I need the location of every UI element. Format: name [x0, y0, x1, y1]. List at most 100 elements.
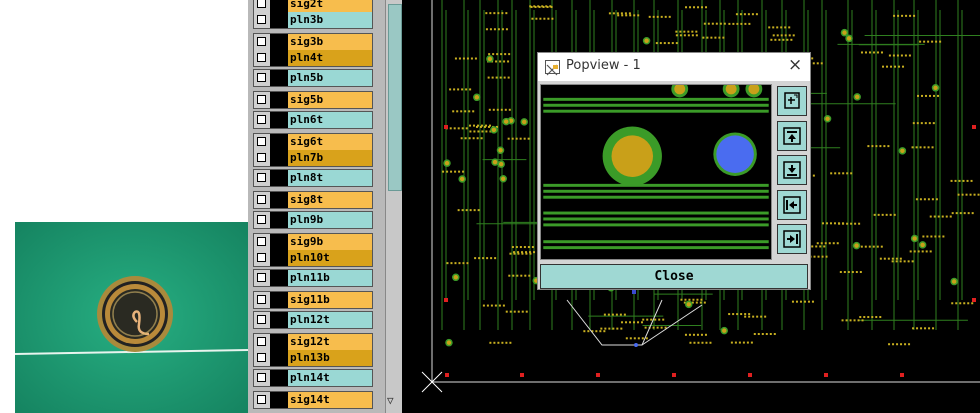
layer-name: pln13b	[288, 350, 372, 366]
layer-name: sig11b	[288, 292, 372, 308]
layer-color-swatch[interactable]	[270, 312, 288, 328]
scroll-thumb[interactable]	[388, 4, 402, 191]
layer-visibility-checkbox[interactable]	[257, 173, 266, 182]
layer-list-panel: sig2t pln3b sig3b pln4t pln5b sig5b pln6t sig6t…	[248, 0, 402, 413]
layer-color-swatch[interactable]	[270, 192, 288, 208]
layer-color-swatch[interactable]	[270, 134, 288, 150]
layer-row-sig11b[interactable]: sig11b	[254, 292, 372, 308]
close-icon[interactable]: ×	[788, 55, 802, 75]
layer-visibility-checkbox[interactable]	[257, 15, 266, 24]
layer-row-pln5b[interactable]: pln5b	[254, 70, 372, 86]
layer-color-swatch[interactable]	[270, 292, 288, 308]
layer-visibility-checkbox[interactable]	[257, 295, 266, 304]
layer-name: pln10t	[288, 250, 372, 266]
layer-row-pln14t[interactable]: pln14t	[254, 370, 372, 386]
layer-name: sig6t	[288, 134, 372, 150]
layer-visibility-checkbox[interactable]	[257, 115, 266, 124]
layer-color-swatch[interactable]	[270, 112, 288, 128]
scroll-down-arrow-icon[interactable]: ▽	[387, 394, 394, 407]
layer-name: pln6t	[288, 112, 372, 128]
layer-row-sig3b[interactable]: sig3b	[254, 34, 372, 50]
popview-dialog: Popview - 1 × Close	[537, 52, 811, 290]
layer-color-swatch[interactable]	[270, 12, 288, 28]
layer-visibility-checkbox[interactable]	[257, 315, 266, 324]
app-icon	[545, 60, 560, 76]
layer-visibility-checkbox[interactable]	[257, 253, 266, 262]
layer-name: sig14t	[288, 392, 372, 408]
layer-row-sig2t[interactable]: sig2t	[254, 0, 372, 12]
layer-color-swatch[interactable]	[270, 0, 288, 12]
layer-color-swatch[interactable]	[270, 70, 288, 86]
layer-row-pln8t[interactable]: pln8t	[254, 170, 372, 186]
layer-visibility-checkbox[interactable]	[257, 195, 266, 204]
layer-list-scrollbar[interactable]: ▽	[385, 0, 403, 413]
layer-visibility-checkbox[interactable]	[257, 273, 266, 282]
layer-color-swatch[interactable]	[270, 234, 288, 250]
layer-row-pln11b[interactable]: pln11b	[254, 270, 372, 286]
layer-color-swatch[interactable]	[270, 50, 288, 66]
layer-color-swatch[interactable]	[270, 170, 288, 186]
layer-row-sig6t[interactable]: sig6t	[254, 134, 372, 150]
layer-name: pln4t	[288, 50, 372, 66]
layer-visibility-checkbox[interactable]	[257, 237, 266, 246]
layer-name: sig12t	[288, 334, 372, 350]
view-down-button[interactable]	[777, 155, 807, 185]
layer-name: sig5b	[288, 92, 372, 108]
layer-color-swatch[interactable]	[270, 34, 302, 50]
layer-row-sig9b[interactable]: sig9b	[254, 234, 372, 250]
layer-row-pln6t[interactable]: pln6t	[254, 112, 372, 128]
close-button[interactable]: Close	[540, 264, 808, 289]
layer-name: sig3b	[288, 34, 372, 50]
layer-row-pln4t[interactable]: pln4t	[254, 50, 372, 66]
layer-visibility-checkbox[interactable]	[257, 53, 266, 62]
layer-visibility-checkbox[interactable]	[257, 37, 266, 46]
layer-color-swatch[interactable]	[270, 334, 288, 350]
layer-visibility-checkbox[interactable]	[257, 73, 266, 82]
layer-name: sig9b	[288, 234, 372, 250]
layer-color-swatch[interactable]	[270, 350, 288, 366]
layer-name: sig2t	[288, 0, 372, 12]
layer-name: pln3b	[288, 12, 372, 28]
layer-visibility-checkbox[interactable]	[257, 353, 266, 362]
layer-color-swatch[interactable]	[270, 92, 288, 108]
layer-name: pln9b	[288, 212, 372, 228]
layer-row-sig14t[interactable]: sig14t	[254, 392, 372, 408]
layer-row-pln10t[interactable]: pln10t	[254, 250, 372, 266]
view-right-button[interactable]	[777, 224, 807, 254]
layer-color-swatch[interactable]	[270, 370, 288, 386]
layer-row-pln7b[interactable]: pln7b	[254, 150, 372, 166]
view-left-button[interactable]	[777, 190, 807, 220]
popview-title: Popview - 1	[566, 58, 641, 73]
layer-name: sig8t	[288, 192, 372, 208]
layer-name: pln14t	[288, 370, 372, 386]
layer-row-pln3b[interactable]: pln3b	[254, 12, 372, 28]
layer-row-pln9b[interactable]: pln9b	[254, 212, 372, 228]
layer-row-sig5b[interactable]: sig5b	[254, 92, 372, 108]
layer-name: pln11b	[288, 270, 372, 286]
board-photo	[15, 222, 248, 413]
layer-visibility-checkbox[interactable]	[257, 395, 266, 404]
layer-color-swatch[interactable]	[270, 270, 288, 286]
layer-visibility-checkbox[interactable]	[257, 337, 266, 346]
layer-row-sig12t[interactable]: sig12t	[254, 334, 372, 350]
layer-name: pln8t	[288, 170, 372, 186]
left-panel	[0, 0, 248, 413]
layer-name: pln5b	[288, 70, 372, 86]
layer-row-pln12t[interactable]: pln12t	[254, 312, 372, 328]
layer-name: pln7b	[288, 150, 372, 166]
layer-color-swatch[interactable]	[270, 392, 288, 408]
layer-row-sig8t[interactable]: sig8t	[254, 192, 372, 208]
popview-titlebar: Popview - 1 ×	[538, 53, 810, 81]
layer-color-swatch[interactable]	[270, 250, 288, 266]
layer-visibility-checkbox[interactable]	[257, 95, 266, 104]
view-fit-button[interactable]	[777, 86, 807, 116]
layer-visibility-checkbox[interactable]	[257, 137, 266, 146]
layer-visibility-checkbox[interactable]	[257, 0, 266, 8]
layer-color-swatch[interactable]	[270, 212, 288, 228]
view-up-button[interactable]	[777, 121, 807, 151]
layer-visibility-checkbox[interactable]	[257, 373, 266, 382]
layer-color-swatch[interactable]	[270, 150, 288, 166]
layer-visibility-checkbox[interactable]	[257, 153, 266, 162]
layer-row-pln13b[interactable]: pln13b	[254, 350, 372, 366]
layer-visibility-checkbox[interactable]	[257, 215, 266, 224]
